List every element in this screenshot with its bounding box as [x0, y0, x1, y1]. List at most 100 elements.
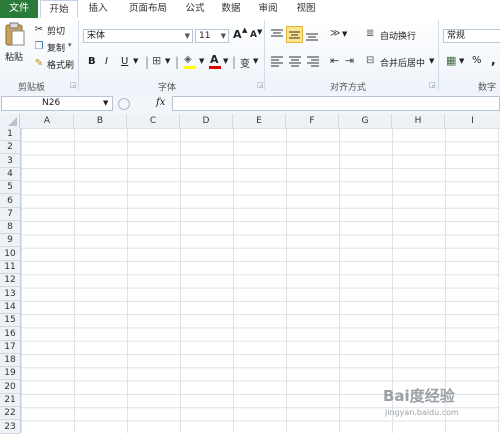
- tab-page-layout[interactable]: 页面布局: [118, 0, 178, 18]
- row-header[interactable]: 20: [0, 381, 20, 394]
- italic-button[interactable]: I: [105, 56, 108, 67]
- fill-dropdown-icon[interactable]: ▼: [199, 57, 204, 65]
- row-header[interactable]: 2: [0, 141, 20, 155]
- select-all-corner[interactable]: [0, 114, 20, 128]
- zoom-circle-icon: [118, 98, 130, 110]
- align-middle-button[interactable]: [286, 26, 303, 43]
- decrease-indent-icon[interactable]: ⇤: [330, 54, 339, 67]
- align-center-button[interactable]: [288, 55, 302, 69]
- ribbon: 粘贴 ✂ 剪切 ❐ 复制 ▾ ✎ 格式刷 剪贴板 ◲ 宋体 ▼ 11 ▼ A ▲…: [0, 18, 500, 95]
- clipboard-launcher-icon[interactable]: ◲: [70, 81, 77, 89]
- number-format-value: 常规: [447, 31, 466, 41]
- chevron-down-icon: ▼: [220, 32, 226, 40]
- font-name-select[interactable]: 宋体 ▼: [83, 29, 193, 43]
- row-header[interactable]: 3: [0, 155, 20, 168]
- currency-icon[interactable]: ▦: [446, 54, 456, 67]
- column-header-g[interactable]: G: [339, 114, 392, 128]
- align-middle-icon: [289, 31, 300, 39]
- group-divider: [438, 20, 439, 90]
- phonetic-dropdown-icon[interactable]: ▼: [253, 57, 258, 65]
- comma-button[interactable]: ,: [491, 53, 496, 67]
- row-header[interactable]: 11: [0, 261, 20, 274]
- format-painter-label: 格式刷: [47, 61, 75, 71]
- row-header[interactable]: 16: [0, 328, 20, 341]
- underline-dropdown-icon[interactable]: ▼: [133, 57, 138, 65]
- underline-button[interactable]: U: [121, 56, 128, 67]
- tab-data[interactable]: 数据: [214, 0, 248, 18]
- column-header-e[interactable]: E: [233, 114, 286, 128]
- tab-file[interactable]: 文件: [0, 0, 38, 18]
- alignment-launcher-icon[interactable]: ◲: [429, 81, 436, 89]
- tab-formulas[interactable]: 公式: [178, 0, 212, 18]
- orientation-dropdown-icon[interactable]: ▼: [342, 30, 347, 38]
- phonetic-button[interactable]: 变: [240, 55, 250, 70]
- row-header[interactable]: 7: [0, 208, 20, 221]
- increase-indent-icon[interactable]: ⇥: [345, 54, 354, 67]
- chevron-down-icon[interactable]: ▼: [103, 99, 108, 107]
- align-top-button[interactable]: [270, 27, 284, 43]
- align-right-button[interactable]: [306, 55, 320, 69]
- align-bottom-button[interactable]: [305, 27, 319, 43]
- percent-button[interactable]: %: [472, 55, 482, 66]
- wrap-icon: ≣: [366, 28, 375, 39]
- bold-button[interactable]: B: [88, 56, 96, 67]
- formula-bar-row: N26 ▼ fx: [0, 94, 500, 115]
- number-format-select[interactable]: 常规: [443, 29, 500, 43]
- corner-triangle-icon: [8, 117, 17, 126]
- group-divider: [264, 20, 265, 90]
- tab-home[interactable]: 开始: [40, 0, 78, 18]
- row-header[interactable]: 23: [0, 421, 20, 434]
- column-headers: A B C D E F G H I: [0, 114, 500, 129]
- font-size-select[interactable]: 11 ▼: [195, 29, 229, 43]
- row-header[interactable]: 10: [0, 248, 20, 261]
- row-header[interactable]: 19: [0, 367, 20, 381]
- row-header[interactable]: 8: [0, 221, 20, 235]
- font-launcher-icon[interactable]: ◲: [257, 81, 264, 89]
- shrink-font-button[interactable]: A: [250, 30, 257, 40]
- row-header[interactable]: 14: [0, 301, 20, 314]
- column-header-c[interactable]: C: [127, 114, 180, 128]
- merge-dropdown-icon[interactable]: ▼: [429, 57, 434, 65]
- row-header[interactable]: 13: [0, 288, 20, 301]
- formula-input[interactable]: [172, 96, 500, 111]
- fill-color-button[interactable]: ◈: [184, 54, 198, 69]
- row-header[interactable]: 12: [0, 274, 20, 288]
- font-color-dropdown-icon[interactable]: ▼: [223, 57, 228, 65]
- copy-dropdown-icon[interactable]: ▾: [68, 41, 72, 49]
- row-header[interactable]: 21: [0, 394, 20, 407]
- column-header-d[interactable]: D: [180, 114, 233, 128]
- column-header-f[interactable]: F: [286, 114, 339, 128]
- cut-label: 剪切: [47, 27, 66, 37]
- column-header-a[interactable]: A: [21, 114, 74, 128]
- row-header[interactable]: 9: [0, 234, 20, 248]
- tab-view[interactable]: 视图: [288, 0, 324, 18]
- row-header[interactable]: 4: [0, 168, 20, 181]
- insert-function-button[interactable]: fx: [156, 97, 165, 108]
- name-box[interactable]: N26 ▼: [1, 96, 113, 111]
- row-header[interactable]: 1: [0, 128, 20, 141]
- tab-review[interactable]: 审阅: [250, 0, 286, 18]
- column-header-h[interactable]: H: [392, 114, 445, 128]
- currency-dropdown-icon[interactable]: ▼: [459, 57, 464, 65]
- font-color-button[interactable]: A: [208, 53, 222, 69]
- orientation-icon[interactable]: ≫: [330, 28, 340, 39]
- paste-button[interactable]: 粘贴: [3, 22, 27, 63]
- tab-insert[interactable]: 插入: [80, 0, 116, 18]
- number-group-label: 数字: [478, 83, 497, 93]
- watermark-title: Bai度经验: [383, 387, 455, 405]
- align-left-button[interactable]: [270, 55, 284, 69]
- column-header-i[interactable]: I: [445, 114, 500, 128]
- row-header[interactable]: 18: [0, 354, 20, 368]
- row-header[interactable]: 5: [0, 181, 20, 195]
- chevron-down-icon: ▼: [184, 32, 190, 40]
- row-header[interactable]: 22: [0, 407, 20, 421]
- clipboard-group-label: 剪贴板: [18, 83, 46, 93]
- row-header[interactable]: 17: [0, 341, 20, 354]
- row-header[interactable]: 6: [0, 195, 20, 208]
- borders-icon[interactable]: ⊞: [152, 54, 161, 67]
- borders-dropdown-icon[interactable]: ▼: [165, 57, 170, 65]
- column-header-b[interactable]: B: [74, 114, 127, 128]
- row-header[interactable]: 15: [0, 314, 20, 328]
- grow-font-button[interactable]: A: [233, 28, 242, 41]
- separator-glyph: |: [175, 55, 180, 69]
